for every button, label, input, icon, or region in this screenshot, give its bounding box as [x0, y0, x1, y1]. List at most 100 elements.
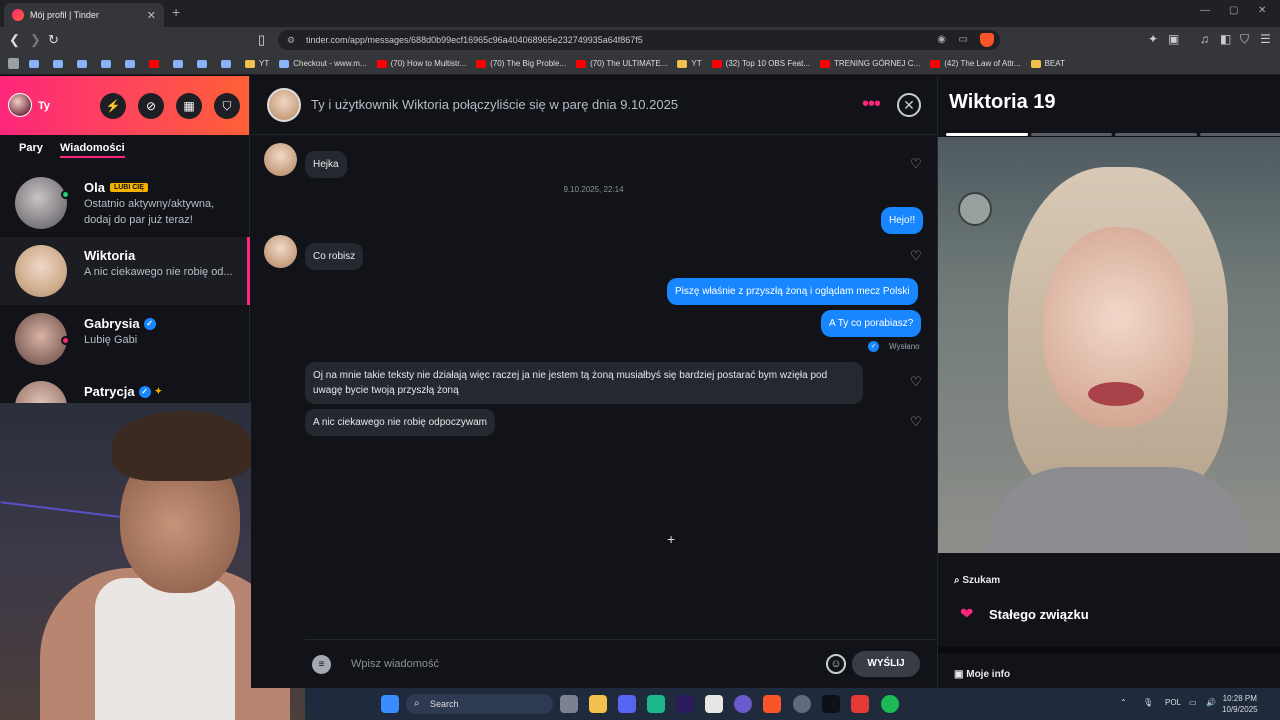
terminal-icon[interactable]: [822, 695, 840, 713]
bookmark-item[interactable]: Checkout - www.m...: [279, 59, 367, 68]
bookmark-item[interactable]: (70) How to Multistr...: [376, 59, 466, 68]
window-close-icon[interactable]: ✕: [1258, 5, 1266, 16]
capcut-icon[interactable]: [705, 695, 723, 713]
youtube-icon: [711, 59, 722, 68]
photo-pager-segment[interactable]: [1030, 133, 1112, 136]
network-icon[interactable]: ▭: [1189, 698, 1197, 707]
taskbar-search[interactable]: ⌕ Search: [406, 694, 553, 714]
photo-pager-segment[interactable]: [1115, 133, 1197, 136]
conversation-item-gabrysia[interactable]: Gabrysia ✓ Lubię Gabi: [0, 305, 250, 373]
back-icon[interactable]: ❮: [9, 32, 20, 48]
bookmark-item[interactable]: [149, 59, 163, 68]
new-tab-icon[interactable]: +: [172, 4, 180, 20]
tab-matches[interactable]: Pary: [19, 142, 43, 154]
tab-messages[interactable]: Wiadomości: [60, 142, 125, 158]
reload-icon[interactable]: ↻: [48, 32, 59, 48]
maximize-icon[interactable]: ▢: [1229, 5, 1238, 16]
info-icon: ▣: [954, 669, 967, 680]
extensions-icon[interactable]: ✦: [1148, 32, 1158, 46]
like-message-heart-icon[interactable]: ♡: [910, 414, 922, 430]
apps-grid-icon[interactable]: [8, 58, 19, 69]
spotify-icon[interactable]: [881, 695, 899, 713]
task-view-icon[interactable]: [560, 695, 578, 713]
bookmark-icon[interactable]: ▯: [258, 32, 265, 48]
bookmark-item[interactable]: TRENING GÓRNEJ C...: [820, 59, 920, 68]
tray-chevron-icon[interactable]: ⌃: [1120, 698, 1127, 707]
address-bar[interactable]: ⚙ tinder.com/app/messages/688d0b99ecf169…: [278, 30, 1000, 50]
message-bubble-incoming: Co robisz: [305, 243, 364, 270]
brave-shields-icon[interactable]: [980, 33, 994, 47]
briefcase-icon[interactable]: ▦: [176, 93, 202, 119]
emoji-icon[interactable]: ☺: [826, 654, 846, 674]
like-message-heart-icon[interactable]: ♡: [910, 374, 922, 390]
media-icon[interactable]: ♫: [1200, 32, 1209, 46]
app-icon[interactable]: [851, 695, 869, 713]
brave-browser-icon[interactable]: [763, 695, 781, 713]
conversation-item-wiktoria[interactable]: Wiktoria A nic ciekawego nie robię od...: [0, 237, 250, 305]
location-icon[interactable]: ◉: [937, 30, 946, 50]
bookmark-item[interactable]: (42) The Law of Attr...: [930, 59, 1021, 68]
chat-header: Ty i użytkownik Wiktoria połączyliście s…: [251, 76, 936, 135]
more-options-icon[interactable]: •••: [862, 93, 881, 116]
bookmark-item[interactable]: [53, 59, 67, 68]
file-explorer-icon[interactable]: [589, 695, 607, 713]
boost-icon[interactable]: ⚡: [100, 93, 126, 119]
send-button[interactable]: WYŚLIJ: [852, 651, 920, 677]
bookmark-item[interactable]: (32) Top 10 OBS Feat...: [711, 59, 810, 68]
safety-shield-icon[interactable]: ⛉: [214, 93, 240, 119]
minimize-icon[interactable]: —: [1200, 5, 1210, 16]
premiere-pro-icon[interactable]: [676, 695, 694, 713]
bookmark-item[interactable]: YT: [245, 59, 269, 68]
bookmark-item[interactable]: (70) The ULTIMATE...: [576, 59, 667, 68]
forward-icon[interactable]: ❯: [30, 32, 41, 48]
my-avatar[interactable]: [8, 93, 32, 117]
match-avatar[interactable]: [267, 88, 301, 122]
my-info-label: ▣ Moje info: [954, 669, 1011, 680]
app-icon[interactable]: [734, 695, 752, 713]
volume-icon[interactable]: 🔊: [1206, 698, 1216, 707]
photo-pager-segment[interactable]: [1199, 133, 1280, 136]
tab-close-icon[interactable]: ✕: [147, 9, 156, 22]
browser-tab[interactable]: Mój profil | Tinder ✕: [4, 3, 164, 27]
gif-sticker-icon[interactable]: ≡: [312, 655, 331, 674]
photo-pager-segment[interactable]: [946, 133, 1028, 136]
youtube-icon: [149, 59, 159, 68]
discord-icon[interactable]: [618, 695, 636, 713]
avatar: [15, 177, 67, 229]
cast-icon[interactable]: ▭: [959, 30, 968, 50]
profile-photo[interactable]: [938, 137, 1280, 553]
bookmark-item[interactable]: [197, 59, 211, 68]
bookmark-item[interactable]: [101, 59, 115, 68]
taskbar-clock[interactable]: 10:28 PM 10/9/2025: [1222, 693, 1258, 715]
windows-start-icon[interactable]: [381, 695, 399, 713]
windows-taskbar: ⌕ Search ⌃ 🎙 POL ▭ 🔊 10:28 PM 10/9/2025: [305, 688, 1280, 720]
bookmark-item[interactable]: (70) The Big Proble...: [476, 59, 566, 68]
bookmark-item[interactable]: [125, 59, 139, 68]
wallet-icon[interactable]: ▣: [1168, 32, 1179, 46]
like-message-heart-icon[interactable]: ♡: [910, 248, 922, 264]
site-info-icon[interactable]: ⚙: [287, 30, 295, 50]
close-chat-icon[interactable]: ✕: [897, 93, 921, 117]
message-input[interactable]: [351, 652, 811, 676]
menu-icon[interactable]: ☰: [1260, 32, 1271, 46]
app-icon[interactable]: [647, 695, 665, 713]
vpn-shield-icon[interactable]: ⛉: [1240, 32, 1249, 47]
sidebar-toggle-icon[interactable]: ◧: [1220, 32, 1231, 46]
clock-date: 10/9/2025: [1222, 705, 1258, 714]
bookmark-item[interactable]: YT: [677, 59, 702, 68]
bookmark-item[interactable]: [221, 59, 235, 68]
looking-for-label: ⌕ Szukam: [954, 575, 1001, 586]
bookmark-item[interactable]: [29, 59, 43, 68]
wall-clock: [958, 192, 992, 226]
microphone-icon[interactable]: 🎙: [1143, 698, 1153, 707]
conversation-item-ola[interactable]: Ola LUBI CIĘ Ostatnio aktywny/aktywna, do…: [0, 169, 250, 237]
bookmark-item[interactable]: [77, 59, 91, 68]
obs-icon[interactable]: [793, 695, 811, 713]
bookmark-item[interactable]: [173, 59, 187, 68]
like-message-heart-icon[interactable]: ♡: [910, 156, 922, 172]
photo-shirt: [988, 467, 1248, 553]
explore-compass-icon[interactable]: ⊘: [138, 93, 164, 119]
my-profile-label[interactable]: Ty: [38, 100, 50, 112]
input-language[interactable]: POL: [1165, 698, 1181, 707]
bookmark-item[interactable]: BEAT: [1030, 59, 1065, 68]
